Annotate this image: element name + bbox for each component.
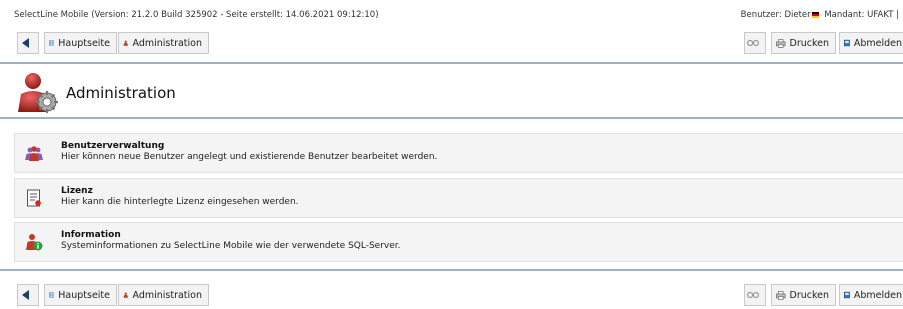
list-item-user-management[interactable]: Benutzerverwaltung Hier können neue Benu… — [14, 133, 903, 173]
item-description: Hier kann die hinterlegte Lizenz eingese… — [61, 197, 299, 207]
client-label: Mandant: UFAKT — [824, 10, 894, 20]
version-info: SelectLine Mobile (Version: 21.2.0 Build… — [14, 10, 379, 20]
session-info: Benutzer: Dieter Mandant: UFAKT | — [741, 10, 899, 20]
list-item-information[interactable]: Information Systeminformationen zu Selec… — [14, 222, 903, 262]
administration-button[interactable]: Administration — [118, 284, 209, 306]
logout-label: Abmelden — [853, 289, 902, 301]
logout-label: Abmelden — [853, 37, 902, 49]
logout-door-icon — [844, 291, 850, 299]
print-label: Drucken — [789, 289, 830, 301]
link-button[interactable] — [744, 32, 766, 54]
user-label: Benutzer: Dieter — [740, 10, 811, 20]
link-button[interactable] — [744, 284, 766, 306]
home-label: Hauptseite — [58, 37, 110, 49]
logout-door-icon — [844, 39, 850, 47]
top-toolbar: Hauptseite Administration Drucken Abmeld… — [0, 30, 903, 56]
logout-button[interactable]: Abmelden — [839, 32, 903, 54]
home-label: Hauptseite — [58, 289, 110, 301]
printer-icon — [776, 38, 786, 48]
back-button[interactable] — [17, 284, 39, 306]
admin-user-icon — [123, 292, 129, 298]
item-title: Lizenz — [61, 186, 93, 196]
item-description: Systeminformationen zu SelectLine Mobile… — [61, 241, 401, 251]
item-title: Benutzerverwaltung — [61, 141, 165, 151]
info-user-icon — [26, 234, 43, 251]
administration-label: Administration — [132, 289, 202, 301]
administration-gear-user-icon — [18, 73, 58, 113]
back-button[interactable] — [17, 32, 39, 54]
divider — [0, 117, 903, 119]
home-grid-icon — [49, 292, 55, 298]
logout-button[interactable]: Abmelden — [839, 284, 903, 306]
page-title: Administration — [66, 84, 176, 102]
home-button[interactable]: Hauptseite — [44, 284, 117, 306]
link-icon — [747, 39, 759, 47]
link-icon — [747, 291, 759, 299]
home-button[interactable]: Hauptseite — [44, 32, 117, 54]
page-header: Administration — [0, 64, 903, 117]
print-label: Drucken — [789, 37, 830, 49]
users-icon — [25, 146, 43, 161]
administration-label: Administration — [132, 37, 202, 49]
administration-button[interactable]: Administration — [118, 32, 209, 54]
license-document-icon — [27, 189, 41, 207]
flag-de-icon — [811, 11, 819, 18]
item-title: Information — [61, 230, 121, 240]
admin-user-icon — [123, 40, 129, 46]
bottom-toolbar: Hauptseite Administration Drucken Abmeld… — [0, 282, 903, 308]
back-arrow-icon — [22, 38, 29, 48]
list-item-license[interactable]: Lizenz Hier kann die hinterlegte Lizenz … — [14, 178, 903, 218]
home-grid-icon — [49, 40, 55, 46]
item-description: Hier können neue Benutzer angelegt und e… — [61, 152, 438, 162]
print-button[interactable]: Drucken — [771, 32, 836, 54]
back-arrow-icon — [22, 290, 29, 300]
divider — [0, 269, 903, 271]
printer-icon — [776, 290, 786, 300]
print-button[interactable]: Drucken — [771, 284, 836, 306]
separator: | — [896, 10, 899, 20]
